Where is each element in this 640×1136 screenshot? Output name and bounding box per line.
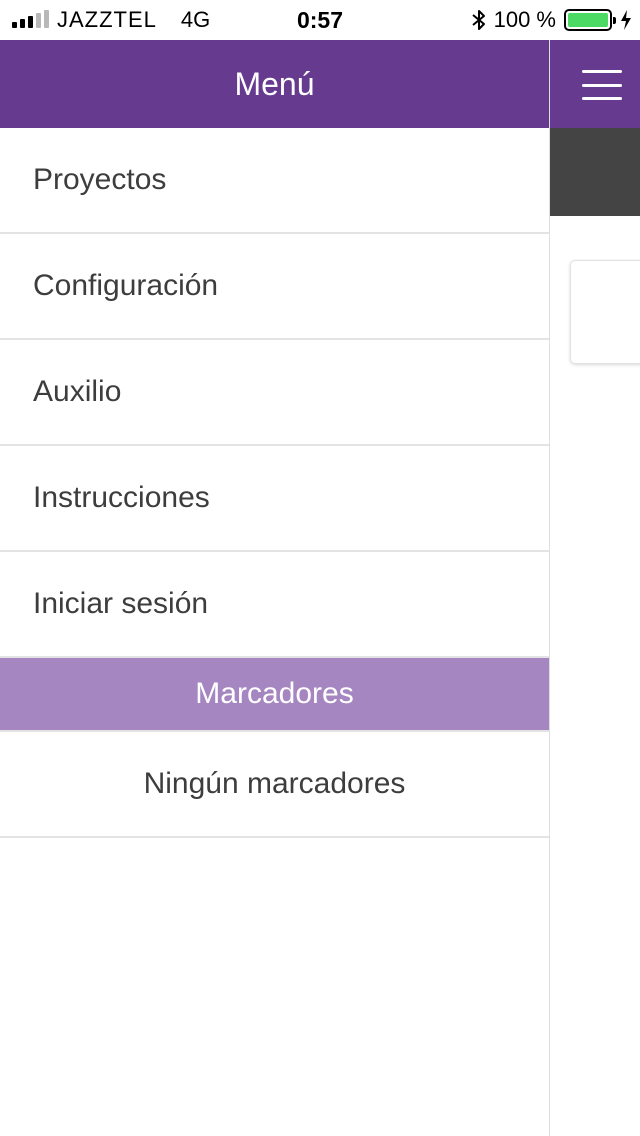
underlying-toolbar [550,128,640,216]
underlying-card[interactable] [570,260,640,364]
menu-item-proyectos[interactable]: Proyectos [0,128,549,234]
menu-item-instrucciones[interactable]: Instrucciones [0,446,549,552]
menu-item-iniciar-sesion[interactable]: Iniciar sesión [0,552,549,658]
battery-percentage: 100 % [493,7,556,32]
status-bar: JAZZTEL 4G 0:57 100 % [0,0,640,40]
charging-bolt-icon [620,9,632,31]
side-menu-drawer: Menú Proyectos Configuración Auxilio Ins… [0,40,550,1136]
battery-icon [564,9,616,31]
bluetooth-icon [471,9,486,31]
hamburger-icon[interactable] [582,70,622,100]
battery-fill [568,13,608,27]
drawer-title: Menú [0,40,549,128]
bookmarks-empty-message: Ningún marcadores [0,732,549,838]
status-right: 100 % [471,0,632,40]
bookmarks-section-header: Marcadores [0,658,549,732]
menu-item-auxilio[interactable]: Auxilio [0,340,549,446]
menu-item-configuracion[interactable]: Configuración [0,234,549,340]
